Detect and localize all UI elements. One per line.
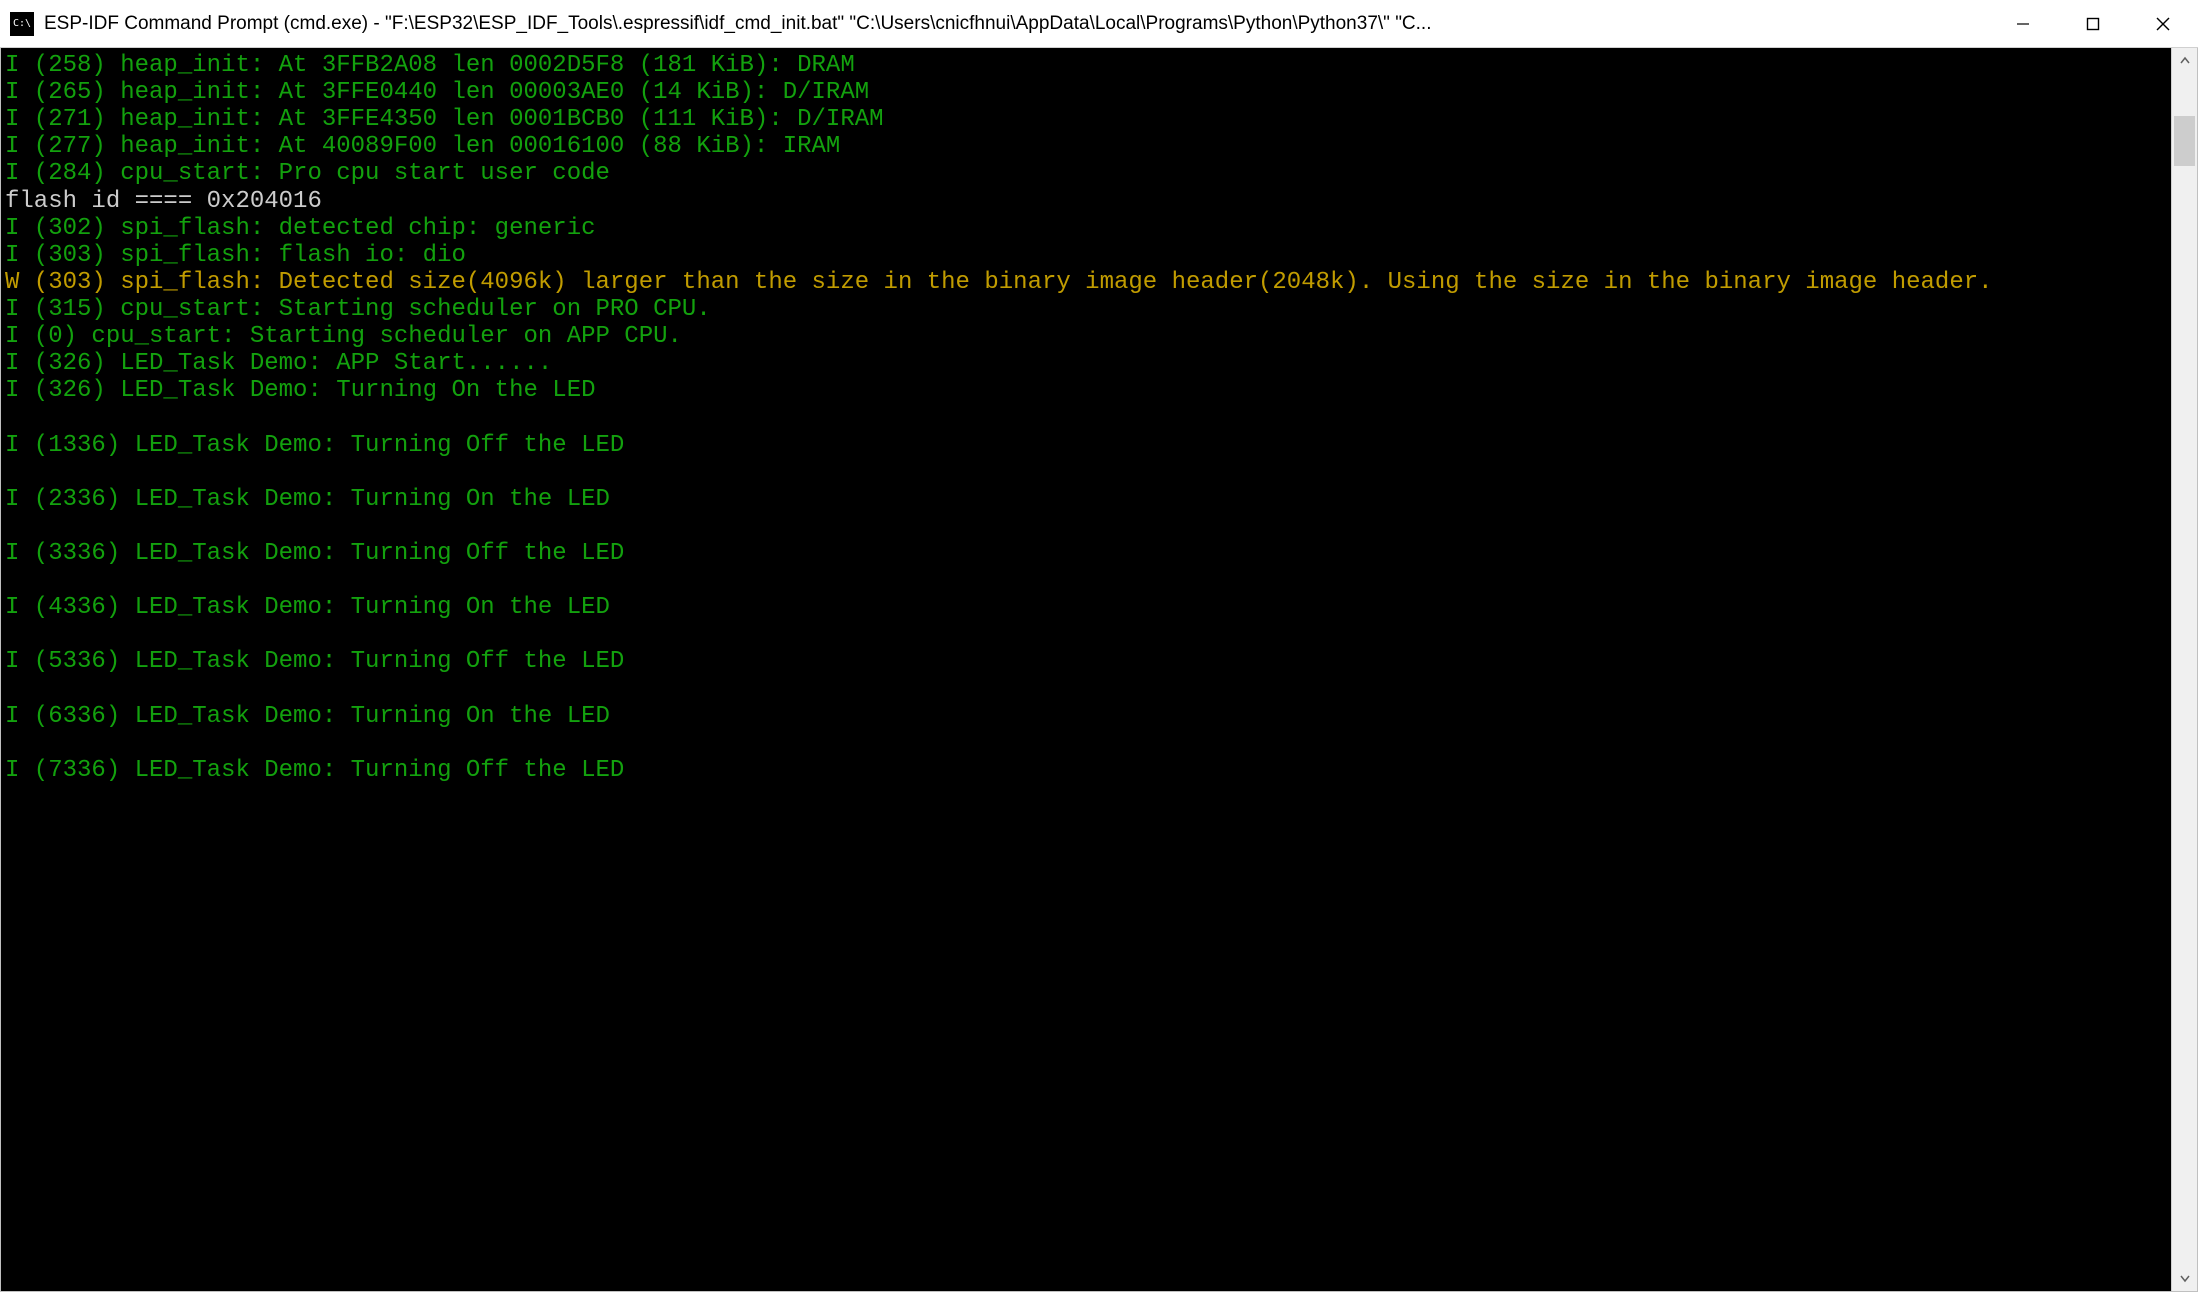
terminal-line: I (6336) LED_Task Demo: Turning On the L…	[5, 703, 2171, 730]
terminal-line: I (284) cpu_start: Pro cpu start user co…	[5, 160, 2171, 187]
maximize-button[interactable]	[2058, 0, 2128, 47]
close-button[interactable]	[2128, 0, 2198, 47]
terminal-line: I (277) heap_init: At 40089F00 len 00016…	[5, 133, 2171, 160]
terminal-line: I (326) LED_Task Demo: APP Start......	[5, 350, 2171, 377]
scroll-up-arrow-icon[interactable]	[2172, 48, 2197, 74]
terminal-line: I (258) heap_init: At 3FFB2A08 len 0002D…	[5, 52, 2171, 79]
terminal-line: I (1336) LED_Task Demo: Turning Off the …	[5, 432, 2171, 459]
terminal-line: flash id ==== 0x204016	[5, 188, 2171, 215]
scrollbar-track[interactable]	[2172, 74, 2197, 1265]
minimize-button[interactable]	[1988, 0, 2058, 47]
terminal-line	[5, 676, 2171, 703]
cmd-icon: C:\	[10, 12, 34, 36]
terminal-line	[5, 404, 2171, 431]
titlebar[interactable]: C:\ ESP-IDF Command Prompt (cmd.exe) - "…	[0, 0, 2198, 48]
terminal-line: I (302) spi_flash: detected chip: generi…	[5, 215, 2171, 242]
terminal-line	[5, 459, 2171, 486]
terminal-line: I (5336) LED_Task Demo: Turning Off the …	[5, 648, 2171, 675]
terminal-line: I (326) LED_Task Demo: Turning On the LE…	[5, 377, 2171, 404]
terminal-output[interactable]: I (258) heap_init: At 3FFB2A08 len 0002D…	[1, 48, 2171, 1291]
terminal-line: I (4336) LED_Task Demo: Turning On the L…	[5, 594, 2171, 621]
terminal-line	[5, 567, 2171, 594]
vertical-scrollbar[interactable]	[2171, 48, 2197, 1291]
terminal-line	[5, 784, 2171, 811]
terminal-line	[5, 621, 2171, 648]
terminal-line: I (265) heap_init: At 3FFE0440 len 00003…	[5, 79, 2171, 106]
terminal-line: I (271) heap_init: At 3FFE4350 len 0001B…	[5, 106, 2171, 133]
terminal-line	[5, 730, 2171, 757]
window-controls	[1988, 0, 2198, 47]
scroll-down-arrow-icon[interactable]	[2172, 1265, 2197, 1291]
terminal-line: W (303) spi_flash: Detected size(4096k) …	[5, 269, 2171, 296]
terminal-line: I (315) cpu_start: Starting scheduler on…	[5, 296, 2171, 323]
terminal-line: I (0) cpu_start: Starting scheduler on A…	[5, 323, 2171, 350]
window-title: ESP-IDF Command Prompt (cmd.exe) - "F:\E…	[44, 13, 1988, 35]
terminal-line: I (2336) LED_Task Demo: Turning On the L…	[5, 486, 2171, 513]
terminal-line	[5, 513, 2171, 540]
scrollbar-thumb[interactable]	[2174, 116, 2195, 166]
terminal-line: I (303) spi_flash: flash io: dio	[5, 242, 2171, 269]
client-area: I (258) heap_init: At 3FFB2A08 len 0002D…	[0, 48, 2198, 1292]
terminal-line: I (3336) LED_Task Demo: Turning Off the …	[5, 540, 2171, 567]
terminal-line: I (7336) LED_Task Demo: Turning Off the …	[5, 757, 2171, 784]
